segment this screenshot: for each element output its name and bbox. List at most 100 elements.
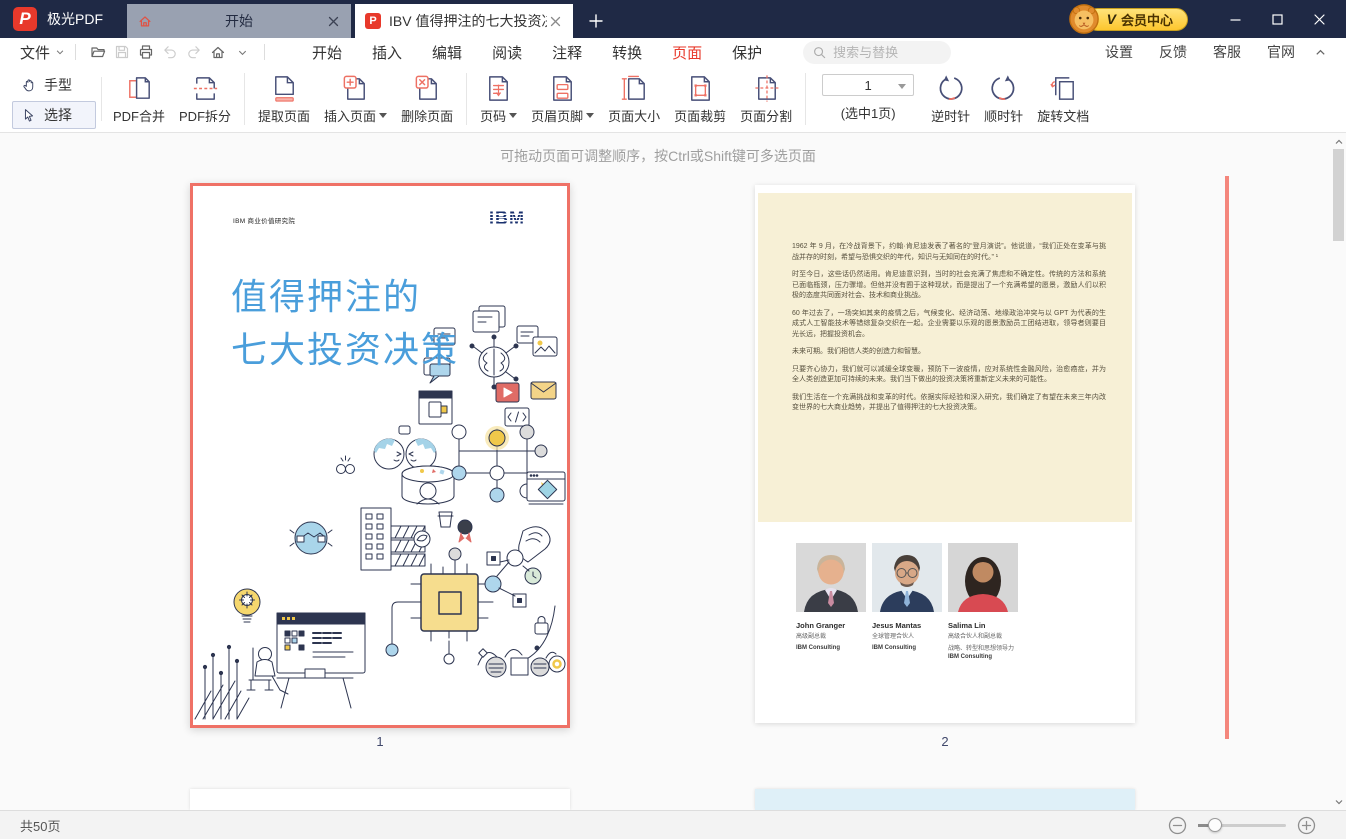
rotate-ccw-icon — [935, 73, 966, 104]
paragraph: 未来可期。我们相信人类的创造力和智慧。 — [792, 347, 1106, 358]
right-menus: 设置 反馈 客服 官网 — [1092, 39, 1332, 65]
author-card: Jesus Mantas 全球管理合伙人 IBM Consulting — [872, 543, 942, 660]
dropdown-arrow-icon — [586, 113, 594, 118]
support-button[interactable]: 客服 — [1200, 39, 1254, 65]
minimize-button[interactable] — [1214, 0, 1256, 38]
insert-pages-icon — [340, 73, 371, 104]
new-tab-button[interactable] — [581, 6, 611, 36]
menu-edit[interactable]: 编辑 — [417, 39, 477, 66]
search-box — [803, 41, 951, 64]
author-name: John Granger — [796, 621, 866, 630]
menu-annotate[interactable]: 注释 — [537, 39, 597, 66]
zoom-slider[interactable] — [1198, 824, 1286, 827]
zoom-slider-handle[interactable] — [1208, 818, 1222, 832]
author-name: Salima Lin — [948, 621, 1018, 630]
ibm-logo: IBM — [489, 208, 525, 229]
rotate-document-button[interactable]: 旋转文档 — [1030, 70, 1096, 128]
rotate-document-icon — [1048, 73, 1079, 104]
tab-document-close-icon[interactable] — [547, 13, 563, 29]
author-org: IBM Consulting — [872, 645, 942, 651]
page-thumbnail-2[interactable]: 1962 年 9 月，在冷战背景下，约翰·肯尼迪发表了著名的“登月演说”。他说道… — [755, 185, 1135, 723]
settings-button[interactable]: 设置 — [1092, 39, 1146, 65]
paragraph: 只要齐心协力，我们就可以减缓全球变暖，预防下一波疫情，应对系统性金融风险，治愈癌… — [792, 365, 1106, 386]
hand-tool-button[interactable]: 手型 — [12, 71, 96, 99]
toolbar: 手型 选择 PDF合并 — [0, 66, 1346, 133]
scroll-up-icon[interactable] — [1332, 135, 1345, 148]
author-role: 全球管理合伙人 — [872, 633, 942, 642]
tab-home[interactable]: 开始 — [127, 4, 351, 38]
titlebar: P 极光PDF 开始 P IBV 值得押注的七大投资决... — [0, 0, 1346, 38]
dropdown-arrow-icon — [379, 113, 387, 118]
menu-start[interactable]: 开始 — [297, 39, 357, 66]
rotate-ccw-button[interactable]: 逆时针 — [924, 70, 977, 128]
save-button[interactable] — [110, 41, 134, 63]
page-grid-area[interactable]: 可拖动页面可调整顺序，按Ctrl或Shift键可多选页面 — [0, 133, 1346, 810]
dropdown-arrow-icon — [898, 84, 906, 89]
search-icon — [812, 45, 827, 60]
page-crop-button[interactable]: 页面裁剪 — [667, 70, 733, 128]
page-number-select[interactable]: 1 — [822, 74, 914, 96]
menu-page[interactable]: 页面 — [657, 39, 717, 66]
close-button[interactable] — [1298, 0, 1340, 38]
print-button[interactable] — [134, 41, 158, 63]
insert-indicator — [1225, 176, 1229, 739]
home-view-button[interactable] — [206, 41, 230, 63]
undo-button[interactable] — [158, 41, 182, 63]
page-thumbnail-4-partial[interactable] — [755, 789, 1135, 810]
cover-publisher: IBM 商业价值研究院 — [233, 215, 295, 225]
hand-icon — [21, 77, 37, 93]
authors-row: John Granger 高级副总裁 IBM Consulting — [796, 543, 1018, 660]
scrollbar-thumb[interactable] — [1333, 149, 1344, 241]
header-footer-button[interactable]: 页眉页脚 — [524, 70, 601, 128]
feedback-button[interactable]: 反馈 — [1146, 39, 1200, 65]
page-label-2: 2 — [755, 734, 1135, 749]
menu-read[interactable]: 阅读 — [477, 39, 537, 66]
select-tool-label: 选择 — [44, 105, 72, 125]
page-size-icon — [619, 73, 650, 104]
page-thumbnail-1[interactable]: IBM 商业价值研究院 IBM 值得押注的 七大投资决策 — [190, 183, 570, 728]
scroll-down-icon[interactable] — [1332, 795, 1345, 808]
page-split-button[interactable]: 页面分割 — [733, 70, 799, 128]
open-file-button[interactable] — [86, 41, 110, 63]
select-tool-button[interactable]: 选择 — [12, 101, 96, 129]
paragraph: 我们生活在一个充满挑战和变革的时代。依据实际经验和深入研究，我们确定了有望在未来… — [792, 393, 1106, 414]
maximize-button[interactable] — [1256, 0, 1298, 38]
website-button[interactable]: 官网 — [1254, 39, 1308, 65]
page-number-value: 1 — [865, 78, 872, 93]
author-role: 战略、转型和思想领导力 — [948, 645, 1018, 654]
vertical-scrollbar[interactable] — [1331, 133, 1346, 810]
app-window: P 极光PDF 开始 P IBV 值得押注的七大投资决... — [0, 0, 1346, 839]
delete-pages-icon — [412, 73, 443, 104]
insert-pages-button[interactable]: 插入页面 — [317, 70, 394, 128]
pdf-merge-icon — [124, 73, 155, 104]
page-number-button[interactable]: 页码 — [473, 70, 524, 128]
zoom-in-button[interactable] — [1297, 816, 1316, 835]
pdf-split-button[interactable]: PDF拆分 — [172, 70, 238, 128]
page-size-button[interactable]: 页面大小 — [601, 70, 667, 128]
rotate-cw-icon — [988, 73, 1019, 104]
redo-button[interactable] — [182, 41, 206, 63]
delete-pages-button[interactable]: 删除页面 — [394, 70, 460, 128]
zoom-out-button[interactable] — [1168, 816, 1187, 835]
tab-document[interactable]: P IBV 值得押注的七大投资决... — [355, 4, 573, 38]
page-thumbnail-3-partial[interactable] — [190, 789, 570, 810]
pdf-merge-button[interactable]: PDF合并 — [106, 70, 172, 128]
tab-home-close-icon[interactable] — [325, 13, 341, 29]
menu-insert[interactable]: 插入 — [357, 39, 417, 66]
collapse-ribbon-button[interactable] — [1308, 41, 1332, 63]
ribbon-menus: 开始 插入 编辑 阅读 注释 转换 页面 保护 — [297, 39, 777, 66]
extract-pages-button[interactable]: 提取页面 — [251, 70, 317, 128]
drag-hint-text: 可拖动页面可调整顺序，按Ctrl或Shift键可多选页面 — [0, 146, 1316, 166]
mascot-lion-icon — [1068, 3, 1100, 35]
vip-v-icon: V — [1107, 11, 1116, 27]
rotate-cw-button[interactable]: 顺时针 — [977, 70, 1030, 128]
member-center-button[interactable]: V 会员中心 — [1086, 8, 1188, 31]
paragraph: 时至今日，这些话仍然适用。肯尼迪意识到，当时的社会充满了焦虑和不确定性。传统的方… — [792, 270, 1106, 302]
toolbar-buttons: PDF合并 PDF拆分 提取页面 — [106, 70, 1096, 128]
menu-convert[interactable]: 转换 — [597, 39, 657, 66]
menu-protect[interactable]: 保护 — [717, 39, 777, 66]
file-menu[interactable]: 文件 — [20, 42, 65, 63]
more-tools-dropdown[interactable] — [230, 41, 254, 63]
author-photo — [948, 543, 1018, 612]
author-org: IBM Consulting — [948, 654, 1018, 660]
